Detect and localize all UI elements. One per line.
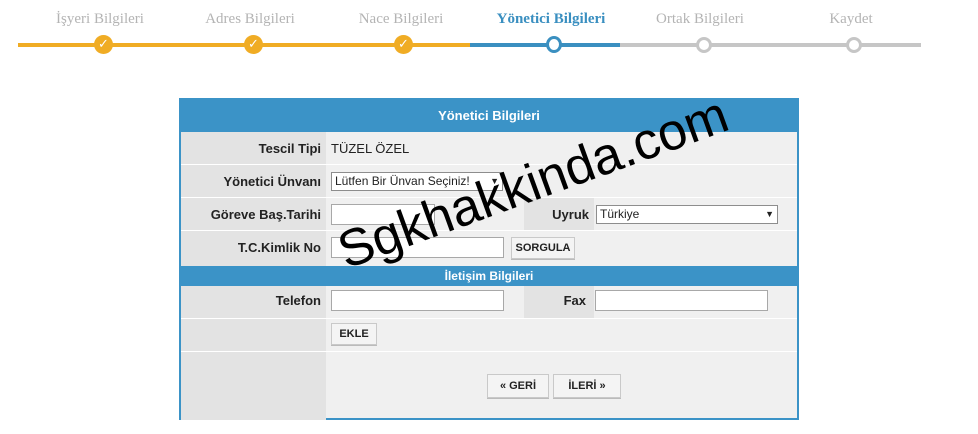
row-ekle: EKLE [181, 319, 797, 352]
check-icon: ✓ [94, 35, 113, 54]
row-telefon-fax: Telefon Fax [181, 286, 797, 319]
step-label-nace: Nace Bilgileri [358, 11, 444, 27]
uyruk-select[interactable]: Türkiye ▼ [596, 205, 778, 224]
row-tarih-uyruk: Göreve Baş.Tarihi Uyruk Türkiye ▼ [181, 198, 797, 231]
sorgula-button[interactable]: SORGULA [511, 237, 575, 259]
row-yonetici-unvani: Yönetici Ünvanı Lütfen Bir Ünvan Seçiniz… [181, 165, 797, 198]
check-icon: ✓ [394, 35, 413, 54]
step-label-isyeri: İşyeri Bilgileri [56, 11, 144, 27]
pending-step-circle-icon [846, 37, 862, 53]
progress-stepper: İşyeri Bilgileri Adres Bilgileri Nace Bi… [0, 0, 978, 60]
yonetici-form-panel: Yönetici Bilgileri Tescil Tipi TÜZEL ÖZE… [179, 98, 799, 420]
chevron-down-icon: ▼ [765, 209, 774, 219]
progress-track-future [620, 43, 921, 47]
fax-input[interactable] [595, 290, 768, 311]
geri-button[interactable]: « GERİ [487, 374, 549, 398]
step-label-yonetici: Yönetici Bilgileri [496, 11, 606, 27]
telefon-input[interactable] [331, 290, 504, 311]
ekle-button[interactable]: EKLE [331, 323, 377, 345]
uyruk-label: Uyruk [552, 207, 589, 222]
row-tc-kimlik: T.C.Kimlik No SORGULA [181, 231, 797, 266]
form-title: Yönetici Bilgileri [181, 100, 797, 132]
tc-kimlik-label: T.C.Kimlik No [237, 240, 321, 255]
tc-kimlik-input[interactable] [331, 237, 504, 258]
check-icon: ✓ [244, 35, 263, 54]
current-step-circle-icon [546, 36, 562, 53]
ileri-button[interactable]: İLERİ » [553, 374, 621, 398]
pending-step-circle-icon [696, 37, 712, 53]
uyruk-selected: Türkiye [600, 207, 640, 221]
goreve-bas-tarihi-input[interactable] [331, 204, 435, 225]
chevron-down-icon: ▼ [490, 176, 499, 186]
step-label-kaydet: Kaydet [829, 11, 873, 27]
step-label-adres: Adres Bilgileri [205, 11, 295, 27]
tescil-tipi-label: Tescil Tipi [258, 141, 321, 156]
step-label-ortak: Ortak Bilgileri [656, 11, 744, 27]
iletisim-section-header: İletişim Bilgileri [181, 266, 797, 286]
tescil-tipi-value: TÜZEL ÖZEL [331, 141, 410, 156]
fax-label: Fax [563, 293, 586, 308]
telefon-label: Telefon [275, 293, 321, 308]
progress-track-current [470, 43, 620, 47]
goreve-bas-tarihi-label: Göreve Baş.Tarihi [210, 207, 321, 222]
row-tescil-tipi: Tescil Tipi TÜZEL ÖZEL [181, 132, 797, 165]
yonetici-unvani-selected: Lütfen Bir Ünvan Seçiniz! [335, 174, 470, 188]
yonetici-unvani-select[interactable]: Lütfen Bir Ünvan Seçiniz! ▼ [331, 172, 503, 191]
yonetici-unvani-label: Yönetici Ünvanı [223, 174, 321, 189]
